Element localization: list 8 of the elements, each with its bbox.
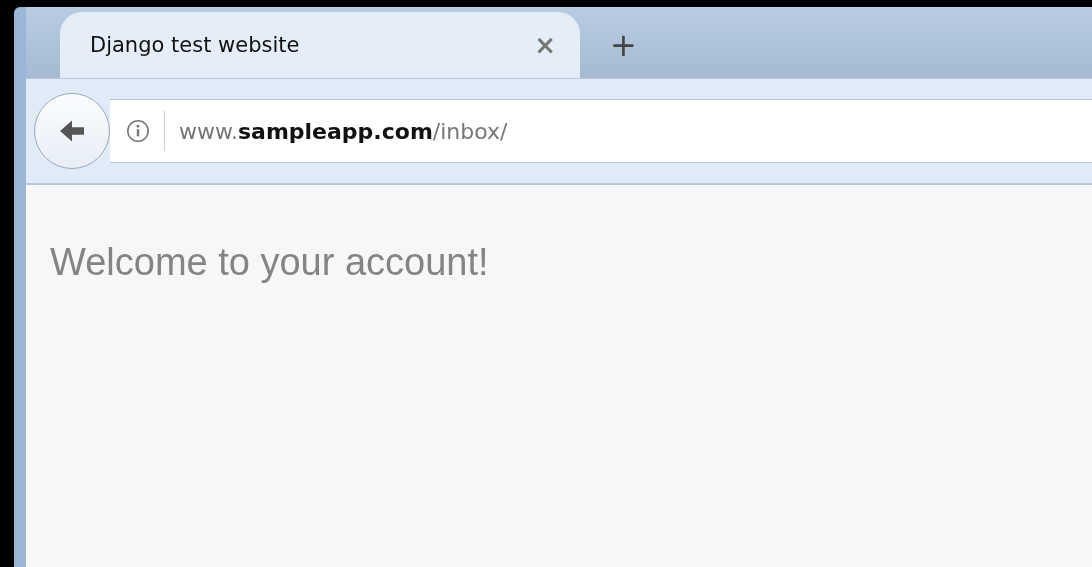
new-tab-button[interactable]: + <box>610 26 637 64</box>
browser-tab[interactable]: Django test website × <box>60 12 580 78</box>
tab-title: Django test website <box>90 33 301 57</box>
url-text: www.sampleapp.com/inbox/ <box>179 118 508 144</box>
close-tab-button[interactable]: × <box>534 30 556 60</box>
info-icon[interactable] <box>126 119 150 143</box>
address-field[interactable]: www.sampleapp.com/inbox/ <box>110 99 1092 163</box>
page-heading: Welcome to your account! <box>50 241 490 284</box>
